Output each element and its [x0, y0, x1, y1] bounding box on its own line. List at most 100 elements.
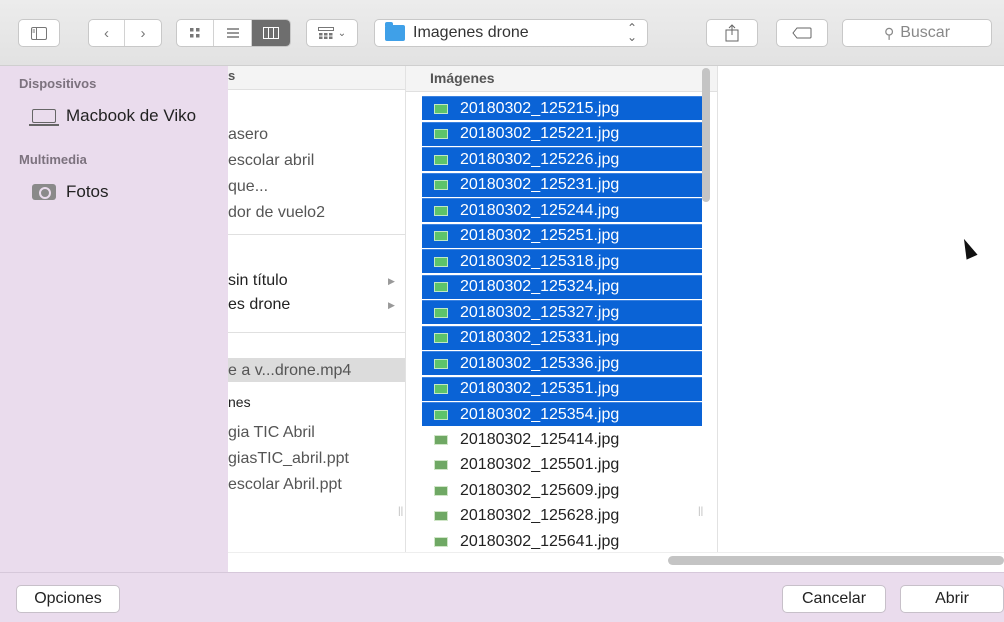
divider: [228, 332, 405, 333]
search-icon: ⚲: [883, 24, 895, 41]
share-button[interactable]: [706, 19, 758, 47]
sidebar-item-label: Macbook de Viko: [66, 106, 197, 125]
image-file-icon: [434, 282, 448, 292]
chevron-right-icon: ›: [140, 24, 146, 42]
path-popup[interactable]: Imagenes drone ⌃ ⌄: [374, 19, 648, 47]
sidebar-section-multimedia: Multimedia: [19, 152, 87, 167]
sidebar-item-label: Fotos: [66, 182, 109, 201]
image-file-icon: [434, 409, 448, 420]
search-placeholder: Buscar: [900, 24, 951, 41]
arrange-button[interactable]: ⌄: [306, 19, 358, 47]
horizontal-scrollbar[interactable]: [668, 556, 1004, 565]
file-row-selected[interactable]: 20180302_125215.jpg: [422, 96, 702, 120]
sidebar-toggle-button[interactable]: [18, 19, 60, 47]
column-resize-handle[interactable]: ||: [398, 506, 403, 517]
file-row[interactable]: 20180302_125414.jpg: [422, 428, 702, 452]
file-name: 20180302_125226.jpg: [460, 150, 620, 168]
file-name: 20180302_125231.jpg: [460, 176, 620, 193]
view-list-button[interactable]: [214, 20, 252, 46]
image-file-icon: [434, 358, 448, 369]
file-row-selected[interactable]: 20180302_125351.jpg: [422, 376, 702, 401]
list-item[interactable]: asero: [228, 126, 268, 144]
tag-icon: [792, 27, 812, 39]
file-row-selected[interactable]: 20180302_125336.jpg: [422, 351, 702, 375]
image-file-icon: [434, 256, 448, 267]
image-file-icon: [434, 205, 448, 216]
preview-column: [718, 66, 1004, 552]
columns-icon: [262, 27, 279, 39]
list-item[interactable]: gia TIC Abril: [228, 424, 315, 442]
column-header: [228, 66, 405, 90]
file-row-selected[interactable]: 20180302_125331.jpg: [422, 325, 702, 350]
file-row[interactable]: 20180302_125501.jpg: [422, 453, 702, 477]
sidebar-item-fotos[interactable]: Fotos: [32, 182, 109, 202]
file-row[interactable]: 20180302_125609.jpg: [422, 479, 702, 503]
file-row-selected[interactable]: 20180302_125354.jpg: [422, 402, 702, 426]
file-row-selected[interactable]: 20180302_125327.jpg: [422, 300, 702, 324]
browser-column-parent: s asero escolar abril que... dor de vuel…: [228, 66, 406, 572]
open-button[interactable]: Abrir: [900, 585, 1004, 613]
grid-icon: [190, 28, 200, 38]
view-columns-button[interactable]: [251, 20, 290, 46]
file-name: 20180302_125318.jpg: [460, 252, 620, 270]
sidebar-item-macbook[interactable]: Macbook de Viko: [29, 106, 197, 126]
updown-icon: ⌃ ⌄: [626, 21, 637, 44]
list-item[interactable]: e a v...drone.mp4: [228, 362, 351, 380]
file-name: 20180302_125336.jpg: [460, 354, 620, 372]
list-item[interactable]: escolar abril: [228, 152, 314, 170]
image-file-icon: [434, 180, 448, 190]
file-name: 20180302_125244.jpg: [460, 201, 620, 219]
file-name: 20180302_125327.jpg: [460, 303, 620, 321]
file-name: 20180302_125414.jpg: [460, 430, 620, 448]
path-folder-label: Imagenes drone: [413, 24, 529, 41]
file-row[interactable]: 20180302_125641.jpg: [422, 530, 702, 553]
vertical-scrollbar[interactable]: [702, 68, 710, 202]
tags-button[interactable]: [776, 19, 828, 47]
file-name: 20180302_125324.jpg: [460, 278, 620, 295]
list-group-label: nes: [228, 394, 251, 410]
image-file-icon: [434, 434, 448, 445]
image-file-icon: [434, 536, 448, 547]
file-name: 20180302_125351.jpg: [460, 380, 620, 397]
list-item[interactable]: que...: [228, 178, 268, 196]
list-item-selected-folder[interactable]: es drone: [228, 296, 290, 314]
file-name: 20180302_125609.jpg: [460, 481, 620, 499]
list-item[interactable]: dor de vuelo2: [228, 204, 325, 222]
search-field[interactable]: ⚲ Buscar: [842, 19, 992, 47]
column-resize-handle[interactable]: ||: [698, 506, 703, 517]
divider: [228, 234, 405, 235]
file-row-selected[interactable]: 20180302_125221.jpg: [422, 121, 702, 146]
back-button[interactable]: ‹: [89, 20, 125, 46]
image-file-icon: [434, 333, 448, 343]
cancel-button[interactable]: Cancelar: [782, 585, 886, 613]
disclosure-arrow-icon: ▶: [388, 300, 395, 310]
file-name: 20180302_125628.jpg: [460, 507, 620, 524]
file-row-selected[interactable]: 20180302_125324.jpg: [422, 274, 702, 299]
options-button[interactable]: Opciones: [16, 585, 120, 613]
view-icons-button[interactable]: [177, 20, 215, 46]
file-row-selected[interactable]: 20180302_125226.jpg: [422, 147, 702, 171]
file-name: 20180302_125641.jpg: [460, 532, 620, 550]
list-item[interactable]: escolar Abril.ppt: [228, 476, 342, 494]
file-name: 20180302_125501.jpg: [460, 456, 620, 473]
file-row-selected[interactable]: 20180302_125231.jpg: [422, 172, 702, 197]
sidebar-icon: [31, 26, 47, 40]
forward-button[interactable]: ›: [125, 20, 161, 46]
image-file-icon: [434, 307, 448, 318]
file-row-selected[interactable]: 20180302_125318.jpg: [422, 249, 702, 273]
list-item[interactable]: giasTIC_abril.ppt: [228, 450, 349, 468]
image-file-icon: [434, 485, 448, 496]
image-file-icon: [434, 460, 448, 470]
file-row[interactable]: 20180302_125628.jpg: [422, 504, 702, 528]
image-file-icon: [434, 129, 448, 139]
toolbar: ‹ › ⌄ Imagenes drone ⌃ ⌄ ⚲ Buscar: [0, 0, 1004, 66]
view-mode-selector: [176, 19, 291, 47]
file-row-selected[interactable]: 20180302_125244.jpg: [422, 198, 702, 222]
folder-icon: [385, 22, 405, 41]
image-file-icon: [434, 231, 448, 241]
file-row-selected[interactable]: 20180302_125251.jpg: [422, 223, 702, 248]
chevron-down-icon: ⌄: [337, 27, 347, 39]
image-file-icon: [434, 511, 448, 521]
list-item[interactable]: sin título: [228, 272, 288, 290]
list-icon: [226, 28, 239, 38]
